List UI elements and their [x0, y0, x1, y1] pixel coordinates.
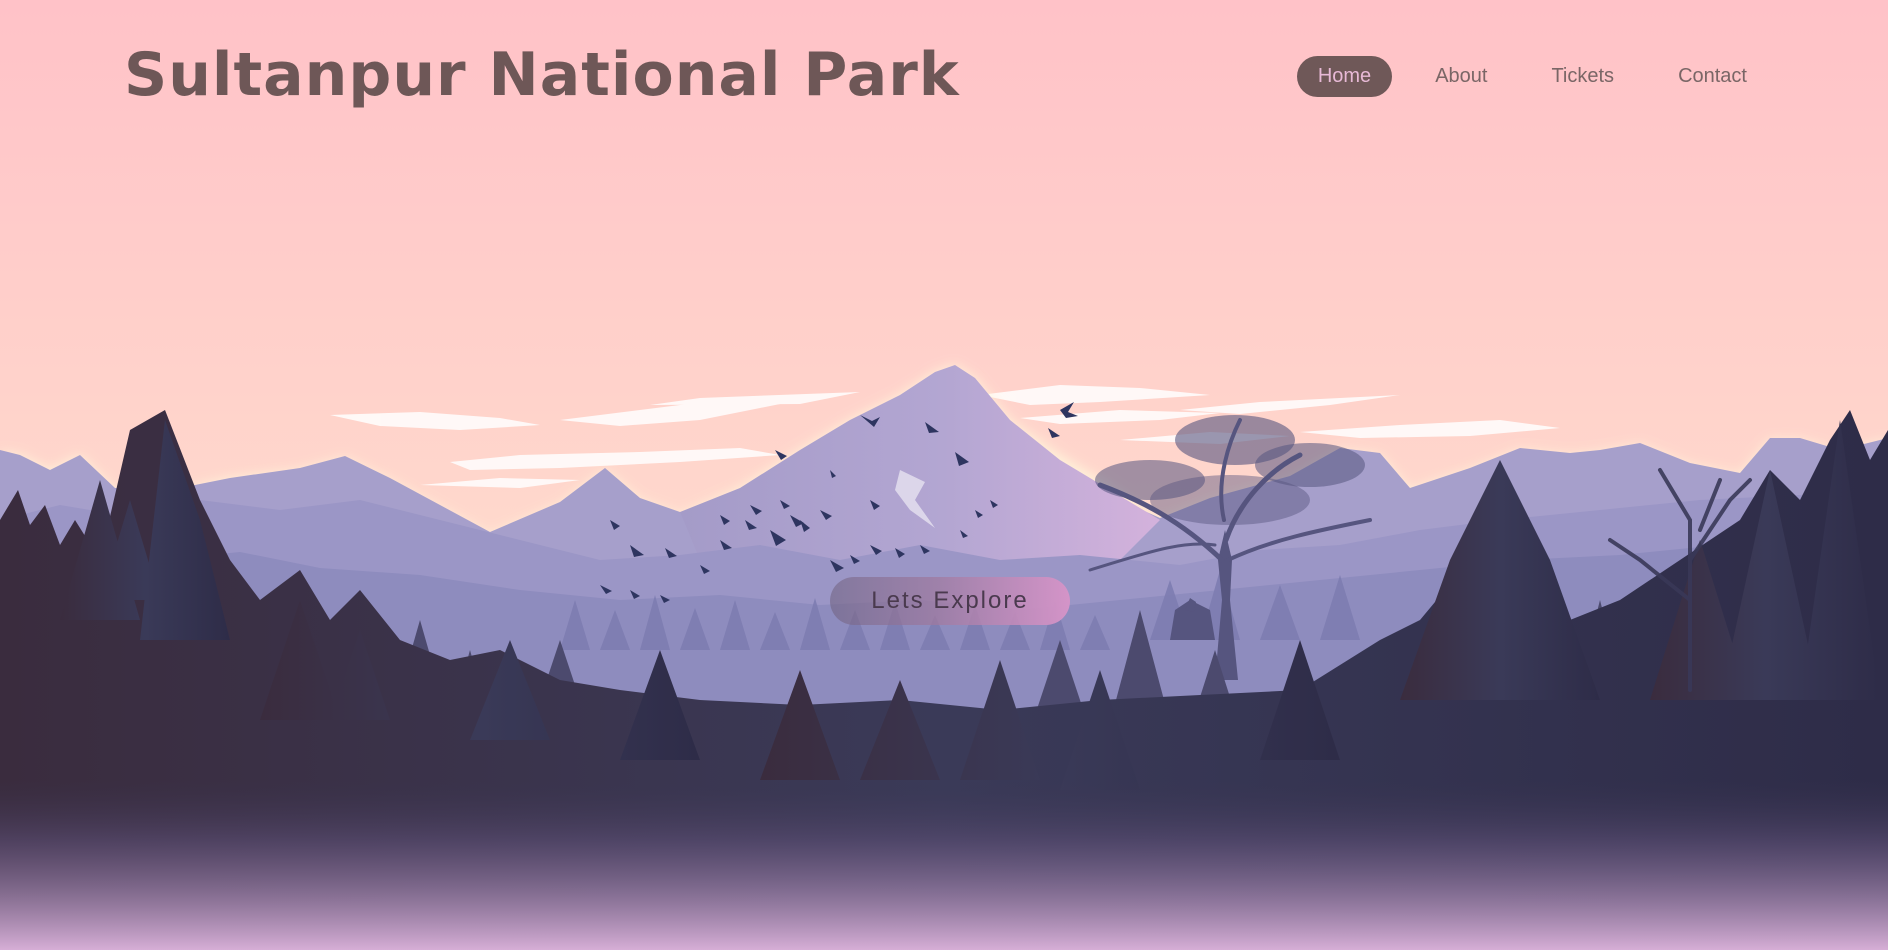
lets-explore-button[interactable]: Lets Explore: [830, 577, 1070, 625]
nav-contact[interactable]: Contact: [1657, 56, 1768, 97]
nav-about[interactable]: About: [1414, 56, 1508, 97]
main-nav: Home About Tickets Contact: [1296, 56, 1768, 97]
nav-tickets[interactable]: Tickets: [1530, 56, 1635, 97]
bottom-mist: [0, 780, 1888, 950]
nav-home[interactable]: Home: [1296, 56, 1393, 97]
site-header: Sultanpur National Park Home About Ticke…: [0, 0, 1888, 160]
site-title: Sultanpur National Park: [124, 40, 960, 110]
hero-section: Sultanpur National Park Home About Ticke…: [0, 0, 1888, 950]
